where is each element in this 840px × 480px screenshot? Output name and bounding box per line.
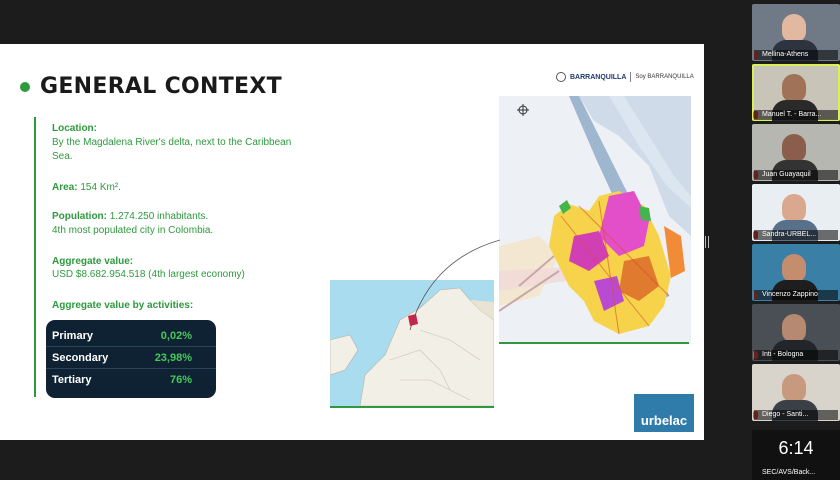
area-label: Area: [52, 182, 78, 193]
activities-label: Aggregate value by activities: [52, 300, 194, 311]
participant-name: Juan Guayaquil [754, 170, 838, 180]
participant-tile[interactable]: Manuel T. - Barra... [752, 64, 840, 121]
area-value: 154 Km². [80, 182, 121, 193]
activity-row: Primary 0,02% [46, 325, 216, 347]
logo-secondary: Soy BARRANQUILLA [635, 74, 694, 80]
video-call-screen: GENERAL CONTEXT BARRANQUILLA Soy BARRANQ… [0, 0, 840, 480]
participant-face [782, 254, 806, 282]
activity-value: 76% [169, 374, 192, 386]
location-line1: By the Magdalena River's delta, next to … [52, 137, 292, 148]
city-seal-icon [556, 72, 566, 82]
splitter-handle[interactable] [705, 236, 709, 248]
city-map-graphic [499, 96, 691, 342]
participant-tile[interactable]: Sandra-URBEL... [752, 184, 840, 241]
activity-name: Tertiary [52, 374, 92, 386]
activity-name: Secondary [52, 351, 109, 364]
participant-name: Inti - Bologna [754, 350, 838, 360]
participant-name: Diego - Santi... [754, 410, 838, 420]
participant-name: Vincenzo Zappino [754, 290, 838, 300]
participant-face [782, 74, 806, 102]
participants-panel: Mellina-Athens Manuel T. - Barra... Juan… [752, 0, 840, 480]
shared-slide: GENERAL CONTEXT BARRANQUILLA Soy BARRANQ… [0, 44, 704, 440]
meeting-clock: 6:14 [752, 430, 840, 466]
urbelac-logo: urbelac [634, 394, 694, 432]
participant-name: Mellina-Athens [754, 50, 838, 60]
info-accent-bar [34, 117, 36, 397]
barranquilla-logo: BARRANQUILLA Soy BARRANQUILLA [556, 71, 694, 83]
location-line2: Sea. [52, 151, 73, 162]
participant-face [782, 134, 806, 162]
aggregate-value: USD $8.682.954.518 (4th largest economy) [52, 269, 245, 280]
activity-row: Tertiary 76% [46, 369, 216, 391]
participant-face [782, 194, 806, 222]
location-label: Location: [52, 123, 97, 134]
participant-face [782, 14, 806, 42]
population-row: Population: 1.274.250 inhabitants. [52, 210, 208, 224]
activities-table: Primary 0,02% Secondary 23,98% Tertiary … [46, 320, 216, 398]
slide-title: GENERAL CONTEXT [40, 74, 282, 99]
participant-name: Sandra-URBEL... [754, 230, 838, 240]
logo-separator [630, 72, 632, 82]
participant-face [782, 374, 806, 402]
population-value: 1.274.250 inhabitants. [109, 211, 209, 222]
logo-brand: BARRANQUILLA [570, 73, 627, 81]
participant-tile[interactable]: Vincenzo Zappino [752, 244, 840, 301]
participant-tile[interactable]: Mellina-Athens [752, 4, 840, 61]
population-note: 4th most populated city in Colombia. [52, 225, 214, 236]
participant-tile[interactable]: Diego - Santi... [752, 364, 840, 421]
aggregate-label: Aggregate value: [52, 256, 134, 267]
inset-underline [330, 406, 494, 408]
map-connector-line [409, 239, 501, 331]
activity-value: 0,02% [160, 329, 192, 342]
participant-face [782, 314, 806, 342]
city-land-use-map [499, 96, 691, 342]
participant-tile[interactable]: Juan Guayaquil [752, 124, 840, 181]
activity-name: Primary [52, 329, 93, 342]
title-bullet [20, 82, 30, 92]
activity-row: Secondary 23,98% [46, 347, 216, 369]
participant-name[interactable]: SEC/AVS/Back... [752, 466, 840, 480]
participant-tile[interactable]: Inti - Bologna [752, 304, 840, 361]
participant-name: Manuel T. - Barra... [754, 110, 838, 120]
population-label: Population: [52, 211, 107, 222]
map-underline [499, 342, 689, 344]
activity-value: 23,98% [154, 351, 192, 364]
area-row: Area: 154 Km². [52, 181, 121, 195]
